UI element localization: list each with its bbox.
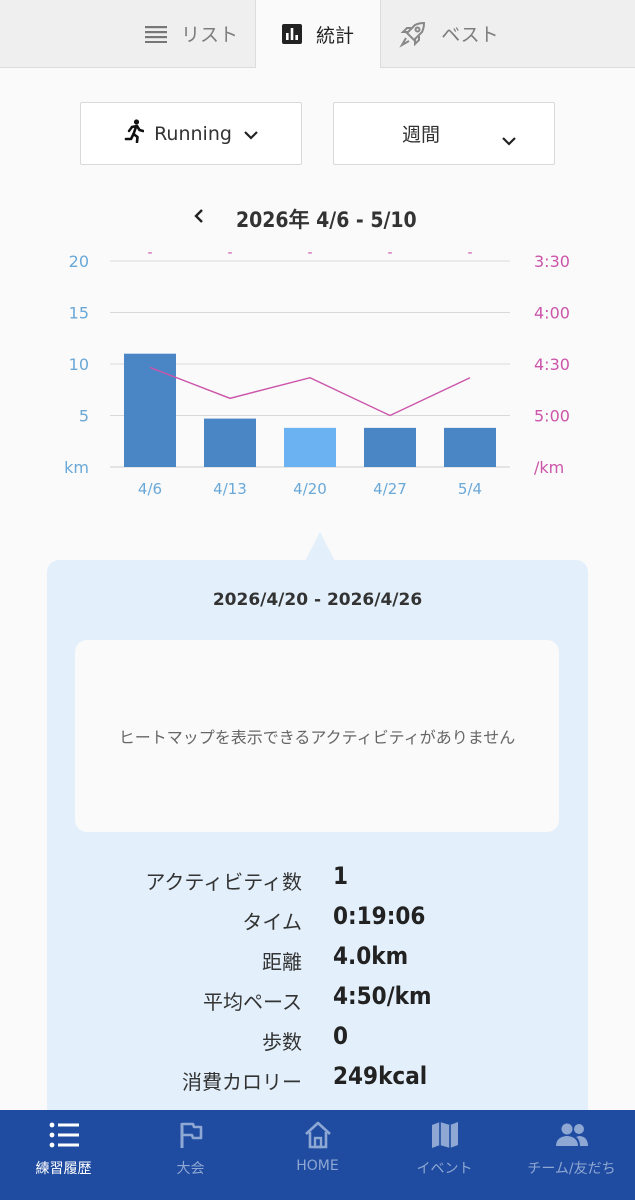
left-axis-tick: 20 — [69, 252, 89, 271]
top-marker: - — [307, 245, 312, 261]
bottom-navigation: 練習履歴 大会 HOME イベント チーム/友だち — [0, 1110, 635, 1200]
tab-stats-label: 統計 — [315, 24, 354, 47]
left-axis-tick: km — [64, 458, 89, 477]
stat-value: 0 — [333, 1022, 349, 1050]
heatmap-message: ヒートマップを表示できるアクティビティがありません — [118, 728, 516, 747]
runner-icon — [124, 119, 145, 148]
stat-row: アクティビティ数 1 — [47, 860, 588, 900]
chart-bar — [204, 418, 256, 467]
pace-line — [149, 366, 471, 417]
nav-history[interactable]: 練習履歴 — [0, 1110, 127, 1200]
stat-row: 平均ペース 4:50/km — [47, 980, 588, 1020]
x-axis-tick: 4/6 — [138, 480, 162, 498]
chart-bar — [124, 353, 176, 467]
x-axis-tick: 4/27 — [373, 480, 407, 498]
nav-events[interactable]: イベント — [381, 1110, 508, 1200]
left-axis-tick: 5 — [79, 407, 89, 426]
right-axis-tick: 4:00 — [534, 304, 570, 323]
nav-races[interactable]: 大会 — [127, 1110, 254, 1200]
left-axis-tick: 15 — [69, 304, 89, 323]
nav-team-friends-label: チーム/友だち — [527, 1161, 616, 1177]
top-marker: - — [387, 245, 392, 261]
stat-row: 歩数 0 — [47, 1020, 588, 1060]
week-detail-card: 2026/4/20 - 2026/4/26 ヒートマップを表示できるアクティビテ… — [47, 560, 588, 1180]
stat-row: タイム 0:19:06 — [47, 900, 588, 940]
left-axis-tick: 10 — [69, 355, 89, 374]
heatmap-placeholder: ヒートマップを表示できるアクティビティがありません — [75, 640, 559, 832]
top-marker: - — [147, 245, 152, 261]
stat-label: 距離 — [262, 950, 302, 974]
date-range-title: 2026年 4/6 - 5/10 — [236, 208, 417, 232]
stat-label: アクティビティ数 — [145, 870, 302, 894]
activity-select[interactable]: Running — [80, 102, 302, 165]
home-icon — [303, 1120, 333, 1150]
right-axis-tick: 4:30 — [534, 355, 570, 374]
stat-row: 距離 4.0km — [47, 940, 588, 980]
detail-range: 2026/4/20 - 2026/4/26 — [212, 590, 423, 610]
stat-value: 4.0km — [333, 942, 409, 970]
date-navigator: 2026年 4/6 - 5/10 — [0, 200, 635, 236]
period-select[interactable]: 週間 — [333, 102, 555, 165]
people-icon — [555, 1120, 589, 1150]
top-marker: - — [467, 245, 472, 261]
rocket-icon — [399, 20, 427, 48]
chevron-down-icon — [244, 123, 258, 145]
stat-value: 4:50/km — [333, 982, 432, 1010]
stat-value: 0:19:06 — [333, 902, 426, 930]
nav-history-label: 練習履歴 — [35, 1161, 92, 1177]
nav-races-label: 大会 — [176, 1161, 205, 1177]
period-select-label: 週間 — [401, 124, 440, 146]
weekly-chart: 20 3:30 15 4:00 10 4:30 5 5:00 km/km - - - - - 4/6 4/13… — [64, 245, 570, 498]
stat-label: 平均ペース — [203, 990, 302, 1014]
stat-value: 249kcal — [333, 1062, 428, 1090]
chevron-left-icon[interactable] — [192, 206, 206, 230]
view-tabs: リスト 統計 ベスト — [0, 0, 635, 68]
chart-bar — [444, 427, 496, 467]
x-axis-tick: 5/4 — [458, 480, 482, 498]
card-pointer — [305, 532, 335, 561]
right-axis-tick: 3:30 — [534, 252, 570, 271]
stat-label: 歩数 — [262, 1030, 302, 1054]
stat-value: 1 — [333, 862, 349, 890]
list-icon — [49, 1120, 79, 1150]
right-axis-tick: /km — [534, 458, 564, 477]
x-axis-tick: 4/13 — [213, 480, 247, 498]
stat-label: 消費カロリー — [182, 1070, 302, 1094]
map-icon — [430, 1120, 460, 1150]
nav-home[interactable]: HOME — [254, 1110, 381, 1200]
list-icon — [144, 25, 167, 43]
stat-row: 消費カロリー 249kcal — [47, 1060, 588, 1100]
top-marker: - — [227, 245, 232, 261]
nav-team-friends[interactable]: チーム/友だち — [508, 1110, 635, 1200]
nav-home-label: HOME — [296, 1158, 339, 1174]
tab-best-label: ベスト — [441, 24, 499, 46]
stat-label: タイム — [242, 910, 302, 934]
chart-bar — [364, 427, 416, 467]
chevron-down-icon — [502, 129, 516, 151]
chart-bar — [284, 427, 336, 467]
x-axis-tick: 4/20 — [293, 480, 327, 498]
tab-best[interactable]: ベスト — [379, 0, 519, 67]
right-axis-tick: 5:00 — [534, 407, 570, 426]
activity-select-label: Running — [154, 122, 232, 145]
bar-chart-icon — [281, 24, 302, 44]
tab-list[interactable]: リスト — [128, 0, 255, 67]
nav-events-label: イベント — [416, 1161, 473, 1177]
tab-stats[interactable]: 統計 — [255, 0, 381, 68]
tab-list-label: リスト — [180, 24, 238, 46]
flag-icon — [178, 1120, 204, 1150]
